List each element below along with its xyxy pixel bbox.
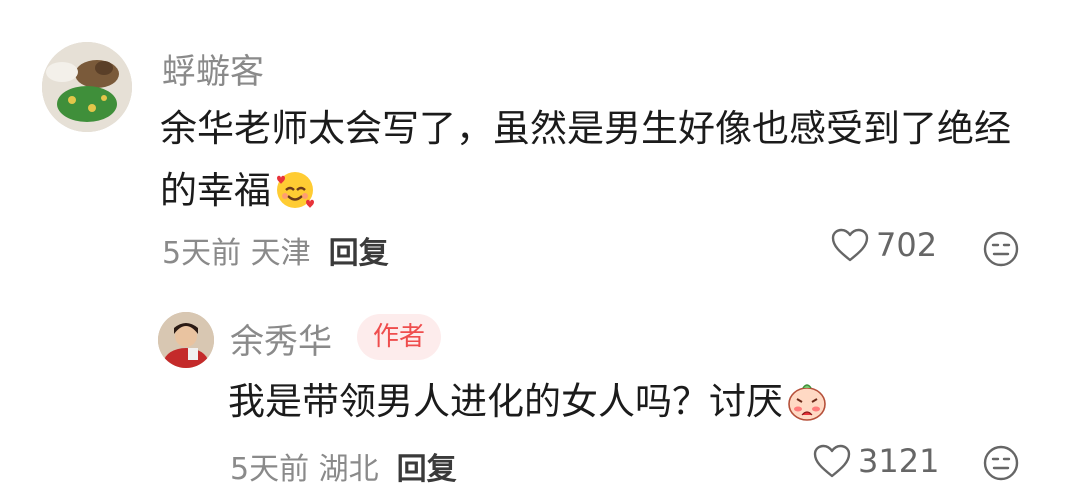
reply-time: 5天前 xyxy=(230,452,310,487)
reply-text: 我是带领男人进化的女人吗？讨厌 xyxy=(228,371,1028,442)
reply-location: 湖北 xyxy=(318,452,379,487)
smiling-face-with-hearts-icon xyxy=(273,168,317,231)
meh-face-icon xyxy=(983,231,1019,267)
author-badge: 作者 xyxy=(357,314,442,360)
reply-button[interactable]: 回复 xyxy=(397,452,457,487)
dislike-button[interactable] xyxy=(982,230,1020,272)
username[interactable]: 蜉蝣客 xyxy=(162,44,264,93)
shy-face-icon xyxy=(785,379,829,442)
username[interactable]: 余秀华 xyxy=(230,314,332,363)
like-count: 702 xyxy=(876,226,938,264)
heart-icon xyxy=(813,444,851,478)
like-count: 3121 xyxy=(858,442,940,480)
dislike-button[interactable] xyxy=(982,444,1020,486)
like-button[interactable]: 3121 xyxy=(812,442,939,480)
reply-text-body: 我是带领男人进化的女人吗？讨厌 xyxy=(228,380,783,423)
comment-location: 天津 xyxy=(250,236,311,271)
avatar[interactable] xyxy=(158,312,214,368)
comment-meta: 5天前 天津 回复 xyxy=(162,228,389,272)
reply-meta: 5天前 湖北 回复 xyxy=(230,444,457,488)
like-button[interactable]: 702 xyxy=(830,226,937,264)
meh-face-icon xyxy=(983,445,1019,481)
heart-icon xyxy=(831,228,869,262)
comment-time: 5天前 xyxy=(162,236,242,271)
avatar[interactable] xyxy=(42,42,132,132)
comment-text: 余华老师太会写了，虽然是男生好像也感受到了绝经的幸福 xyxy=(160,98,1040,231)
reply-button[interactable]: 回复 xyxy=(329,236,389,271)
